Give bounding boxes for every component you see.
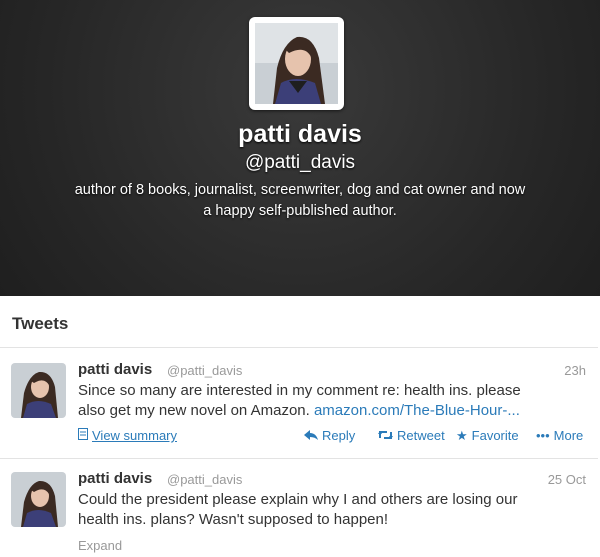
more-button[interactable]: ••• More: [536, 428, 583, 443]
tweet-timestamp[interactable]: 25 Oct: [548, 472, 586, 487]
reply-label: Reply: [322, 428, 356, 443]
document-icon: [78, 428, 88, 443]
bio-line-2: a happy self-published author.: [203, 203, 397, 219]
tweet-timestamp[interactable]: 23h: [564, 363, 586, 378]
tweet-author-handle[interactable]: @patti_davis: [167, 363, 242, 378]
retweet-label: Retweet: [397, 428, 445, 443]
tweet-actions: View summary Reply Retweet ★ Favorite •••…: [78, 428, 588, 446]
profile-header: patti davis @patti_davis author of 8 boo…: [0, 0, 600, 296]
tweet-item[interactable]: patti davis @patti_davis 25 Oct Could th…: [0, 459, 598, 557]
profile-photo: [255, 23, 338, 104]
tweet-text: Since so many are interested in my comme…: [78, 381, 583, 421]
favorite-button[interactable]: ★ Favorite: [456, 428, 519, 444]
profile-name: patti davis: [238, 120, 362, 148]
tweet-author-name[interactable]: patti davis: [78, 470, 152, 487]
retweet-icon: [378, 428, 393, 443]
dots-icon: •••: [536, 428, 550, 443]
bio-line-1: author of 8 books, journalist, screenwri…: [74, 182, 526, 198]
tweet-author-handle[interactable]: @patti_davis: [167, 472, 242, 487]
tweet-avatar[interactable]: [11, 472, 66, 527]
favorite-label: Favorite: [471, 428, 519, 443]
profile-avatar[interactable]: [249, 17, 344, 110]
reply-arrow-icon: [304, 428, 318, 443]
tweet-avatar[interactable]: [11, 363, 66, 418]
tweet-link[interactable]: amazon.com/The-Blue-Hour-...: [314, 402, 520, 419]
tweet-text-line-2: health ins. plans? Wasn't supposed to ha…: [78, 511, 389, 528]
tweets-heading: Tweets: [12, 314, 69, 333]
reply-button[interactable]: Reply: [304, 428, 355, 443]
more-label: More: [553, 428, 584, 443]
tweet-item[interactable]: patti davis @patti_davis 23h Since so ma…: [0, 348, 598, 458]
view-summary-label: View summary: [92, 428, 178, 443]
view-summary-button[interactable]: View summary: [78, 428, 177, 443]
profile-handle[interactable]: @patti_davis: [0, 152, 600, 174]
tweet-text-line-2: also get my new novel on Amazon. amazon.…: [78, 401, 583, 421]
tweet-author-name[interactable]: patti davis: [78, 361, 152, 378]
tweet-text: Could the president please explain why I…: [78, 490, 583, 530]
tweet-text-line-1: Could the president please explain why I…: [78, 491, 518, 508]
retweet-button[interactable]: Retweet: [378, 428, 445, 443]
tweet-text-line-2-text: also get my new novel on Amazon.: [78, 402, 310, 419]
tweet-text-line-1: Since so many are interested in my comme…: [78, 382, 521, 399]
star-icon: ★: [456, 428, 468, 443]
profile-bio: author of 8 books, journalist, screenwri…: [20, 180, 580, 222]
expand-link[interactable]: Expand: [78, 538, 122, 553]
